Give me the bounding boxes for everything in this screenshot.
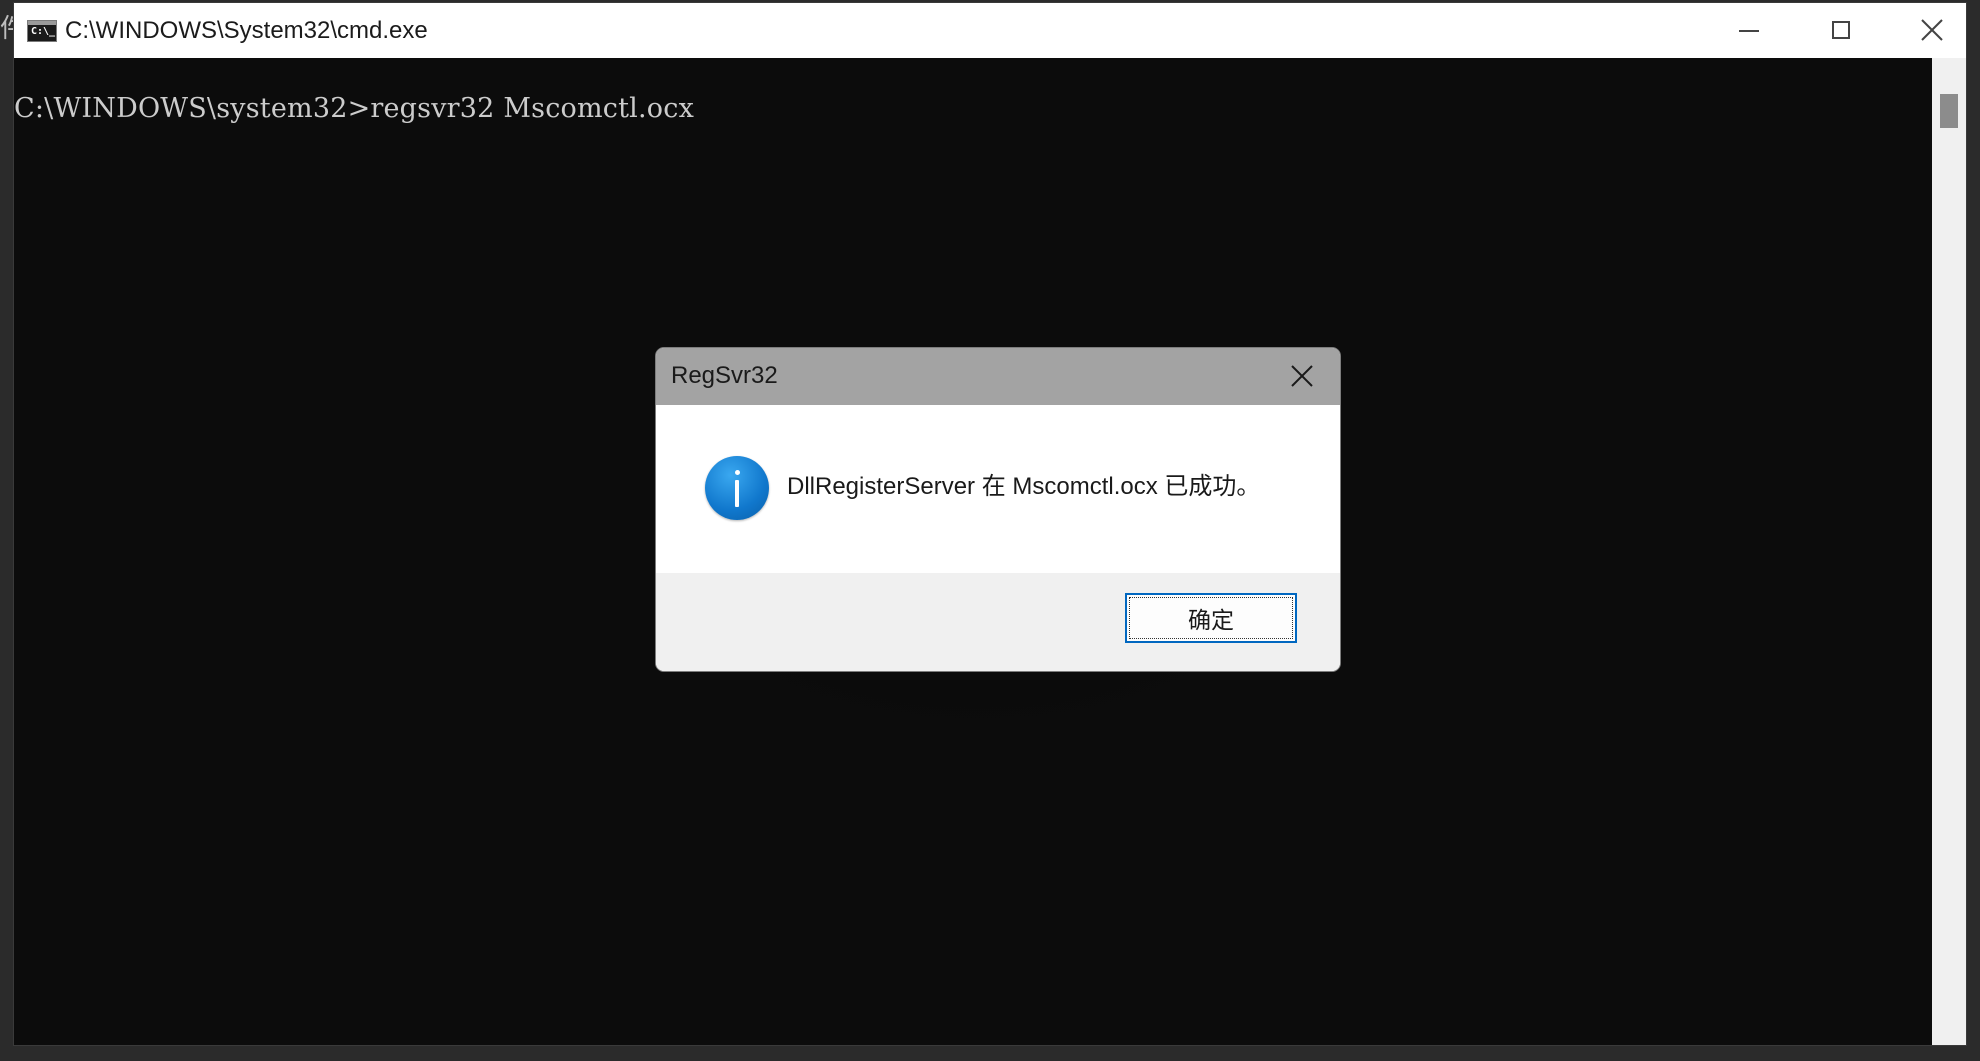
title-bar[interactable]: C:\_ C:\WINDOWS\System32\cmd.exe [14, 3, 1966, 58]
dialog-title: RegSvr32 [671, 362, 778, 389]
maximize-icon [1832, 21, 1850, 39]
maximize-button[interactable] [1794, 3, 1886, 58]
minimize-icon [1739, 30, 1759, 32]
window-title: C:\WINDOWS\System32\cmd.exe [65, 17, 428, 44]
dialog-footer: 确定 [656, 573, 1340, 671]
scrollbar-thumb[interactable] [1940, 94, 1958, 128]
dialog-body: DllRegisterServer 在 Mscomctl.ocx 已成功。 [656, 405, 1340, 573]
regsvr32-dialog: RegSvr32 DllRegisterServer 在 Mscomctl.oc… [655, 347, 1341, 672]
background-window-edge-text: 件 [0, 14, 13, 44]
minimize-button[interactable] [1702, 3, 1794, 58]
close-button[interactable] [1886, 3, 1966, 58]
vertical-scrollbar[interactable] [1932, 58, 1966, 1045]
close-icon [1921, 19, 1943, 41]
console-line: C:\WINDOWS\system32>regsvr32 Mscomctl.oc… [14, 93, 694, 124]
desktop: 件 C:\_ C:\WINDOWS\System32\cmd.exe C [0, 0, 1980, 1061]
dialog-message: DllRegisterServer 在 Mscomctl.ocx 已成功。 [787, 473, 1261, 500]
dialog-close-button[interactable] [1264, 348, 1340, 405]
info-icon [705, 456, 769, 520]
console-app-icon[interactable]: C:\_ [27, 20, 57, 42]
ok-button[interactable]: 确定 [1125, 593, 1297, 643]
close-icon [1291, 365, 1313, 387]
dialog-title-bar[interactable]: RegSvr32 [656, 348, 1340, 405]
